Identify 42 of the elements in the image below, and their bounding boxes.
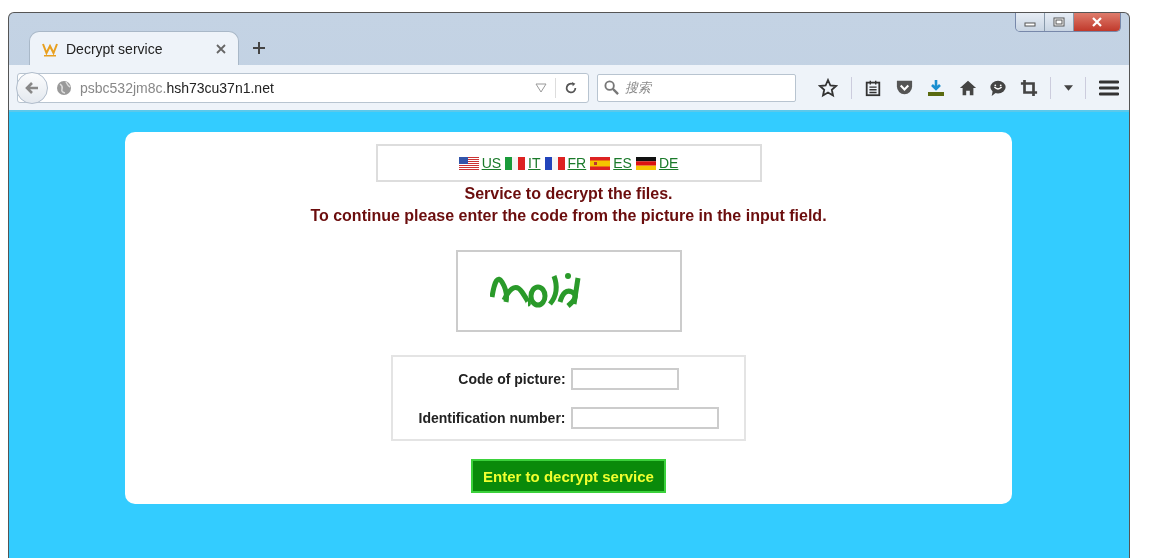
crop-icon[interactable] (1019, 78, 1038, 97)
caret-icon[interactable] (1063, 84, 1073, 91)
field-label: Code of picture: (458, 370, 566, 387)
dropdown-icon[interactable] (535, 82, 547, 93)
field-label: Identification number: (418, 409, 566, 426)
submit-button[interactable]: Enter to decrypt service (471, 459, 666, 493)
browser-tab[interactable]: Decrypt service (29, 31, 239, 65)
flag-icon (544, 156, 565, 170)
address-bar[interactable]: psbc532jm8c.hsh73cu37n1.net (17, 72, 589, 103)
search-field[interactable]: 搜索 (597, 73, 796, 102)
menu-icon[interactable] (1098, 79, 1119, 96)
pocket-icon[interactable] (894, 78, 914, 97)
input-field[interactable] (570, 406, 719, 429)
language-link[interactable]: US (458, 155, 502, 171)
home-icon[interactable] (958, 78, 977, 97)
language-link[interactable]: ES (590, 155, 632, 171)
new-tab-icon[interactable] (253, 42, 265, 54)
download-icon[interactable] (926, 77, 947, 98)
tab-title: Decrypt service (66, 40, 164, 57)
language-link[interactable]: IT (505, 155, 541, 171)
close-window-button[interactable] (1074, 13, 1120, 31)
url-text: psbc532jm8c.hsh73cu37n1.net (80, 79, 275, 96)
reload-icon[interactable] (564, 80, 578, 95)
heading-text: Service to decrypt the files. (464, 184, 673, 204)
back-arrow-icon (24, 79, 40, 96)
flag-icon (505, 156, 526, 170)
language-link[interactable]: DE (635, 155, 679, 171)
star-icon[interactable] (818, 77, 838, 98)
reading-list-icon[interactable] (864, 78, 883, 97)
language-link[interactable]: FR (544, 155, 587, 171)
close-icon[interactable] (216, 43, 226, 54)
flag-icon (590, 156, 611, 170)
chat-icon[interactable] (989, 78, 1008, 97)
flag-icon (458, 156, 479, 170)
flag-icon (635, 156, 656, 170)
search-icon (604, 80, 619, 95)
close-icon (1091, 16, 1103, 27)
maximize-icon (1053, 16, 1065, 27)
globe-icon (56, 79, 72, 96)
input-field[interactable] (570, 367, 679, 390)
instruction-text: To continue please enter the code from the picture in the input field. (310, 206, 827, 226)
back-button[interactable] (16, 71, 48, 104)
